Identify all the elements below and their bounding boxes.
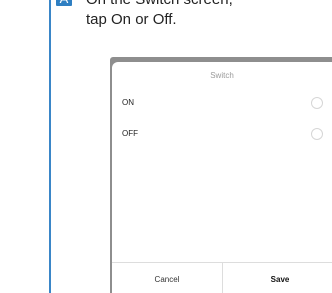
switch-dialog: Switch ON OFF Cancel Save xyxy=(112,62,332,293)
radio-on[interactable] xyxy=(311,97,323,109)
option-off-label: OFF xyxy=(122,129,138,138)
radio-off[interactable] xyxy=(311,128,323,140)
dialog-button-bar: Cancel Save xyxy=(112,262,332,293)
phone-screen: Switch ON OFF Cancel Save xyxy=(110,57,332,293)
option-on[interactable]: ON xyxy=(112,97,332,111)
option-on-label: ON xyxy=(122,98,134,107)
cancel-button[interactable]: Cancel xyxy=(112,263,222,293)
instruction-line-2: tap On or Off. xyxy=(86,11,177,28)
instruction-text: On the Switch screen, tap On or Off. xyxy=(86,0,316,30)
save-button[interactable]: Save xyxy=(222,263,332,293)
step-badge: A xyxy=(56,0,72,6)
option-off[interactable]: OFF xyxy=(112,128,332,142)
instruction-line-1: On the Switch screen, xyxy=(86,0,316,10)
dialog-title: Switch xyxy=(210,71,234,80)
guide-margin-line xyxy=(49,0,51,293)
